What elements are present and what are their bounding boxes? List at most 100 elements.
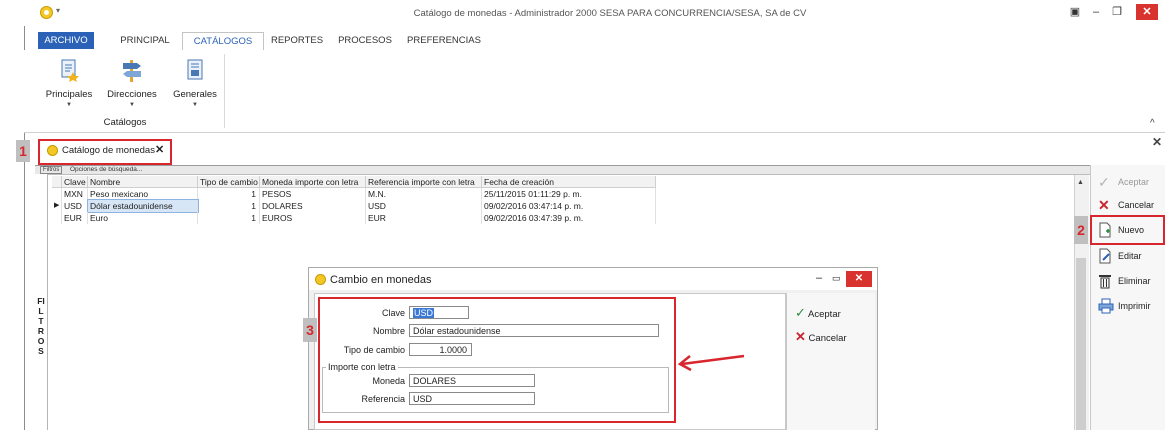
app-logo-icon (315, 274, 326, 285)
tipo-cambio-label: Tipo de cambio (343, 345, 405, 355)
scroll-up-icon[interactable]: ▲ (1077, 179, 1084, 186)
maximize-button[interactable]: ❐ (1108, 4, 1126, 20)
row-indicator (52, 188, 62, 200)
ribbon-group-separator (224, 54, 225, 128)
cell-fecha[interactable]: 09/02/2016 03:47:14 p. m. (482, 200, 656, 212)
collapse-ribbon-icon[interactable]: ^ (1150, 118, 1155, 129)
nuevo-label: Nuevo (1118, 225, 1145, 235)
app-logo-icon[interactable] (40, 6, 53, 19)
clave-input[interactable]: USD (409, 306, 469, 319)
filtros-label: FILTROS (37, 296, 45, 356)
cancelar-label: Cancelar (1118, 200, 1155, 210)
tab-reportes[interactable]: REPORTES (266, 32, 328, 49)
dialog-title: Cambio en monedas (330, 274, 432, 286)
nombre-input[interactable]: Dólar estadounidense (409, 324, 659, 337)
column-header-tipo-cambio[interactable]: Tipo de cambio (198, 176, 260, 188)
cell-referencia[interactable]: EUR (366, 212, 482, 224)
editar-label: Editar (1118, 251, 1142, 261)
dialog-cancelar-label: Cancelar (808, 333, 847, 344)
cell-nombre[interactable]: Peso mexicano (88, 188, 198, 200)
document-grid-icon (184, 58, 206, 85)
window-title: Catálogo de monedas - Administrador 2000… (413, 8, 807, 19)
moneda-label: Moneda (372, 376, 405, 386)
cell-moneda[interactable]: PESOS (260, 188, 366, 200)
column-header-moneda[interactable]: Moneda importe con letra (260, 176, 366, 188)
filtros-toggle[interactable]: Filtros (40, 166, 63, 174)
ribbon-group-label: Catálogos (103, 117, 147, 128)
nombre-label: Nombre (372, 326, 405, 336)
row-indicator-header (52, 176, 62, 188)
generales-label: Generales (173, 89, 217, 100)
annotation-badge-1: 1 (16, 140, 30, 162)
dialog-close-button[interactable]: ✕ (846, 271, 872, 287)
document-star-icon (58, 58, 80, 85)
x-icon: ✕ (795, 329, 806, 344)
quick-access-dropdown[interactable]: ▾ (56, 6, 60, 15)
imprimir-label: Imprimir (1118, 301, 1151, 311)
dialog-cancelar-button[interactable]: ✕ Cancelar (795, 329, 847, 345)
minimize-button[interactable]: – (1087, 4, 1105, 20)
tab-principal[interactable]: PRINCIPAL (112, 32, 178, 49)
printer-icon (1098, 298, 1114, 317)
dialog-aceptar-button[interactable]: ✓ Aceptar (795, 305, 841, 321)
cell-tipo-cambio[interactable]: 1 (198, 188, 260, 200)
cell-nombre[interactable]: Euro (88, 212, 198, 224)
table-row[interactable]: ▶ USD Dólar estadounidense 1 DOLARES USD… (52, 199, 656, 213)
referencia-label: Referencia (361, 394, 405, 404)
importe-group-label: Importe con letra (326, 362, 398, 372)
signpost-icon (119, 58, 145, 87)
ribbon-display-options-icon[interactable]: ▣ (1066, 4, 1084, 20)
chevron-down-icon: ▼ (66, 102, 72, 108)
tab-catalogos[interactable]: CATÁLOGOS (182, 32, 264, 51)
moneda-input[interactable]: DOLARES (409, 374, 535, 387)
cell-fecha[interactable]: 09/02/2016 03:47:39 p. m. (482, 212, 656, 224)
clave-label: Clave (381, 308, 405, 318)
eliminar-label: Eliminar (1118, 276, 1151, 286)
tipo-cambio-input[interactable]: 1.0000 (409, 343, 472, 356)
principales-button[interactable]: Principales ▼ (44, 58, 94, 120)
checkmark-icon: ✓ (1098, 174, 1110, 190)
direcciones-label: Direcciones (107, 89, 157, 100)
direcciones-button[interactable]: Direcciones ▼ (104, 58, 160, 120)
column-header-nombre[interactable]: Nombre (88, 176, 198, 188)
new-document-icon (1098, 222, 1112, 241)
dialog-maximize-button[interactable]: ▭ (832, 273, 841, 284)
cell-moneda[interactable]: EUROS (260, 212, 366, 224)
generales-button[interactable]: Generales ▼ (170, 58, 220, 120)
dialog-aceptar-label: Aceptar (808, 309, 841, 320)
scrollbar-thumb[interactable] (1076, 258, 1086, 430)
aceptar-label: Aceptar (1118, 177, 1150, 187)
column-header-fecha[interactable]: Fecha de creación (482, 176, 656, 188)
cell-nombre-selected[interactable]: Dólar estadounidense (87, 199, 199, 213)
column-header-clave[interactable]: Clave (62, 176, 88, 188)
search-strip (35, 166, 1090, 175)
annotation-badge-2: 2 (1074, 216, 1088, 244)
close-button[interactable]: ✕ (1136, 4, 1158, 20)
tab-archivo[interactable]: ARCHIVO (38, 32, 94, 49)
cell-clave[interactable]: MXN (62, 188, 88, 200)
referencia-input[interactable]: USD (409, 392, 535, 405)
cell-clave[interactable]: USD (62, 200, 88, 212)
search-options-link[interactable]: Opciones de búsqueda... (70, 166, 142, 173)
cell-referencia[interactable]: M.N. (366, 188, 482, 200)
cell-tipo-cambio[interactable]: 1 (198, 200, 260, 212)
cell-referencia[interactable]: USD (366, 200, 482, 212)
cell-tipo-cambio[interactable]: 1 (198, 212, 260, 224)
close-tab-icon[interactable]: ✕ (155, 143, 164, 156)
x-icon: ✕ (1098, 197, 1110, 213)
tab-preferencias[interactable]: PREFERENCIAS (404, 32, 484, 49)
cell-clave[interactable]: EUR (62, 212, 88, 224)
column-header-referencia[interactable]: Referencia importe con letra (366, 176, 482, 188)
row-indicator: ▶ (52, 200, 62, 212)
cell-moneda[interactable]: DOLARES (260, 200, 366, 212)
row-indicator (52, 212, 62, 224)
cell-fecha[interactable]: 25/11/2015 01:11:29 p. m. (482, 188, 656, 200)
table-row[interactable]: MXN Peso mexicano 1 PESOS M.N. 25/11/201… (52, 188, 656, 200)
dialog-minimize-button[interactable]: – (816, 272, 822, 284)
annotation-arrow (677, 354, 745, 372)
table-row[interactable]: EUR Euro 1 EUROS EUR 09/02/2016 03:47:39… (52, 212, 656, 224)
edit-document-icon (1098, 248, 1112, 267)
close-document-icon[interactable]: ✕ (1152, 135, 1162, 149)
grid-header-row: Clave Nombre Tipo de cambio Moneda impor… (52, 176, 656, 188)
tab-procesos[interactable]: PROCESOS (334, 32, 396, 49)
